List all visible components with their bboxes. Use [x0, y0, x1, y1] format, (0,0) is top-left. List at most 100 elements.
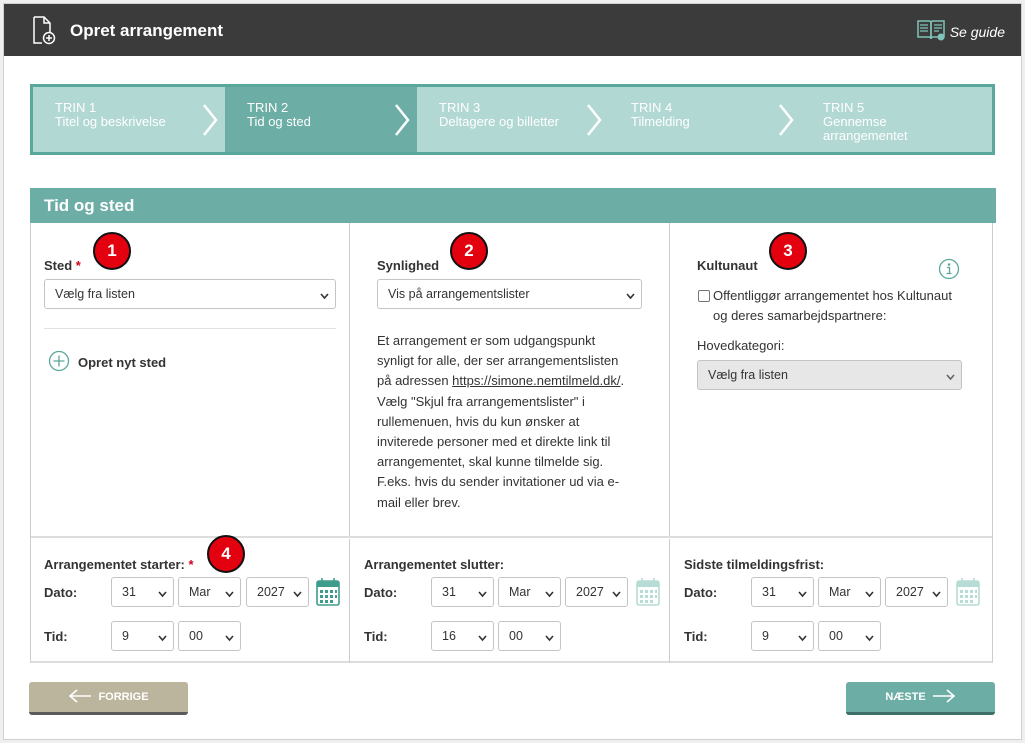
deadline-day-select[interactable]: 31: [751, 577, 814, 607]
chevron-down-icon: [320, 289, 329, 303]
arrow-left-icon: [68, 688, 92, 706]
start-year-select[interactable]: 2027: [246, 577, 309, 607]
end-label: Arrangementet slutter:: [364, 557, 505, 572]
deadline-minute-select[interactable]: 00: [818, 621, 881, 651]
form-panel: Sted * 1 Vælg fra listen Opret nyt sted …: [30, 223, 993, 663]
step-number: TRIN 2: [247, 100, 289, 115]
chevron-down-icon: [225, 631, 234, 645]
checkbox-label-text: Offentliggør arrangementet hos Kultunaut…: [713, 288, 952, 323]
step-badge-4: 4: [207, 535, 245, 573]
year-value: 2027: [576, 585, 604, 599]
start-day-select[interactable]: 31: [111, 577, 174, 607]
kultunaut-checkbox[interactable]: [698, 290, 710, 302]
date-label: Dato:: [44, 585, 78, 600]
synlighed-select-value: Vis på arrangementslister: [388, 287, 530, 301]
step-4[interactable]: TRIN 4 Tilmelding: [609, 87, 801, 152]
next-button[interactable]: NÆSTE: [846, 682, 995, 715]
previous-button[interactable]: FORRIGE: [29, 682, 188, 715]
add-place-button[interactable]: Opret nyt sted: [48, 350, 166, 375]
sted-label-text: Sted: [44, 258, 73, 273]
category-select[interactable]: Vælg fra listen: [697, 360, 962, 390]
sted-select[interactable]: Vælg fra listen: [44, 279, 336, 309]
deadline-year-select[interactable]: 2027: [885, 577, 948, 607]
kultunaut-column: Kultunaut 3 Offentliggør arrangementet h…: [670, 223, 993, 536]
sted-column: Sted * 1 Vælg fra listen Opret nyt sted: [31, 223, 350, 536]
calendar-icon[interactable]: [635, 577, 661, 610]
chevron-right-icon: [777, 103, 795, 140]
chevron-down-icon: [865, 587, 874, 601]
deadline-month-select[interactable]: Mar: [818, 577, 881, 607]
start-hour-select[interactable]: 9: [111, 621, 174, 651]
chevron-down-icon: [478, 587, 487, 601]
description-text: . Vælg "Skjul fra arrangementslister" i …: [377, 373, 625, 510]
chevron-down-icon: [545, 631, 554, 645]
step-badge-1: 1: [93, 232, 131, 270]
chevron-down-icon: [158, 631, 167, 645]
step-5[interactable]: TRIN 5 Gennemse arrangementet: [801, 87, 951, 152]
year-value: 2027: [896, 585, 924, 599]
info-icon[interactable]: [938, 258, 960, 283]
minute-value: 00: [829, 629, 843, 643]
synlighed-label: Synlighed: [377, 258, 440, 273]
start-label-text: Arrangementet starter:: [44, 557, 185, 572]
end-month-select[interactable]: Mar: [498, 577, 561, 607]
step-1[interactable]: TRIN 1 Titel og beskrivelse: [33, 87, 225, 152]
minute-value: 00: [509, 629, 523, 643]
start-month-select[interactable]: Mar: [178, 577, 241, 607]
minute-value: 00: [189, 629, 203, 643]
day-value: 31: [122, 585, 136, 599]
step-number: TRIN 1: [55, 100, 97, 115]
end-minute-select[interactable]: 00: [498, 621, 561, 651]
chevron-down-icon: [612, 587, 621, 601]
date-label: Dato:: [364, 585, 398, 600]
start-datetime: Arrangementet starter: * 4 Dato: 31 Mar …: [31, 535, 350, 663]
end-hour-select[interactable]: 16: [431, 621, 494, 651]
divider: [31, 536, 992, 538]
chevron-down-icon: [478, 631, 487, 645]
chevron-right-icon: [201, 103, 219, 140]
hour-value: 9: [122, 629, 129, 643]
arrangement-list-link[interactable]: https://simone.nemtilmeld.dk/: [452, 373, 620, 388]
previous-label: FORRIGE: [98, 691, 149, 703]
time-label: Tid:: [684, 629, 708, 644]
new-document-icon: [31, 16, 57, 49]
start-minute-select[interactable]: 00: [178, 621, 241, 651]
month-value: Mar: [189, 585, 211, 599]
deadline-hour-select[interactable]: 9: [751, 621, 814, 651]
next-label: NÆSTE: [885, 691, 926, 703]
deadline-label: Sidste tilmeldingsfrist:: [684, 557, 825, 572]
chevron-right-icon: [585, 103, 603, 140]
end-year-select[interactable]: 2027: [565, 577, 628, 607]
chevron-down-icon: [932, 587, 941, 601]
kultunaut-checkbox-label: Offentliggør arrangementet hos Kultunaut…: [713, 286, 968, 326]
end-day-select[interactable]: 31: [431, 577, 494, 607]
category-label: Hovedkategori:: [697, 338, 785, 353]
required-marker: *: [75, 258, 81, 273]
synlighed-column: Synlighed 2 Vis på arrangementslister Et…: [350, 223, 670, 536]
time-label: Tid:: [364, 629, 388, 644]
step-3[interactable]: TRIN 3 Deltagere og billetter: [417, 87, 609, 152]
chevron-down-icon: [946, 370, 955, 384]
hour-value: 16: [442, 629, 456, 643]
step-label: Gennemse arrangementet: [823, 114, 908, 143]
chevron-down-icon: [798, 587, 807, 601]
synlighed-description: Et arrangement er som udgangspunkt synli…: [377, 331, 635, 513]
guide-link[interactable]: Se guide: [916, 18, 1005, 45]
kultunaut-label: Kultunaut: [697, 258, 758, 273]
day-value: 31: [442, 585, 456, 599]
chevron-down-icon: [865, 631, 874, 645]
guide-label: Se guide: [949, 23, 1005, 40]
chevron-down-icon: [626, 289, 635, 303]
step-2[interactable]: TRIN 2 Tid og sted: [225, 87, 417, 152]
step-number: TRIN 4: [631, 100, 673, 115]
app-window: Opret arrangement Se guide TRIN 1 Titel …: [3, 3, 1022, 740]
step-number: TRIN 3: [439, 100, 481, 115]
month-value: Mar: [509, 585, 531, 599]
chevron-down-icon: [158, 587, 167, 601]
synlighed-select[interactable]: Vis på arrangementslister: [377, 279, 642, 309]
calendar-icon[interactable]: [955, 577, 981, 610]
step-label: Tilmelding: [631, 114, 690, 129]
step-label: Titel og beskrivelse: [55, 114, 166, 129]
calendar-icon[interactable]: [315, 577, 341, 610]
date-label: Dato:: [684, 585, 718, 600]
